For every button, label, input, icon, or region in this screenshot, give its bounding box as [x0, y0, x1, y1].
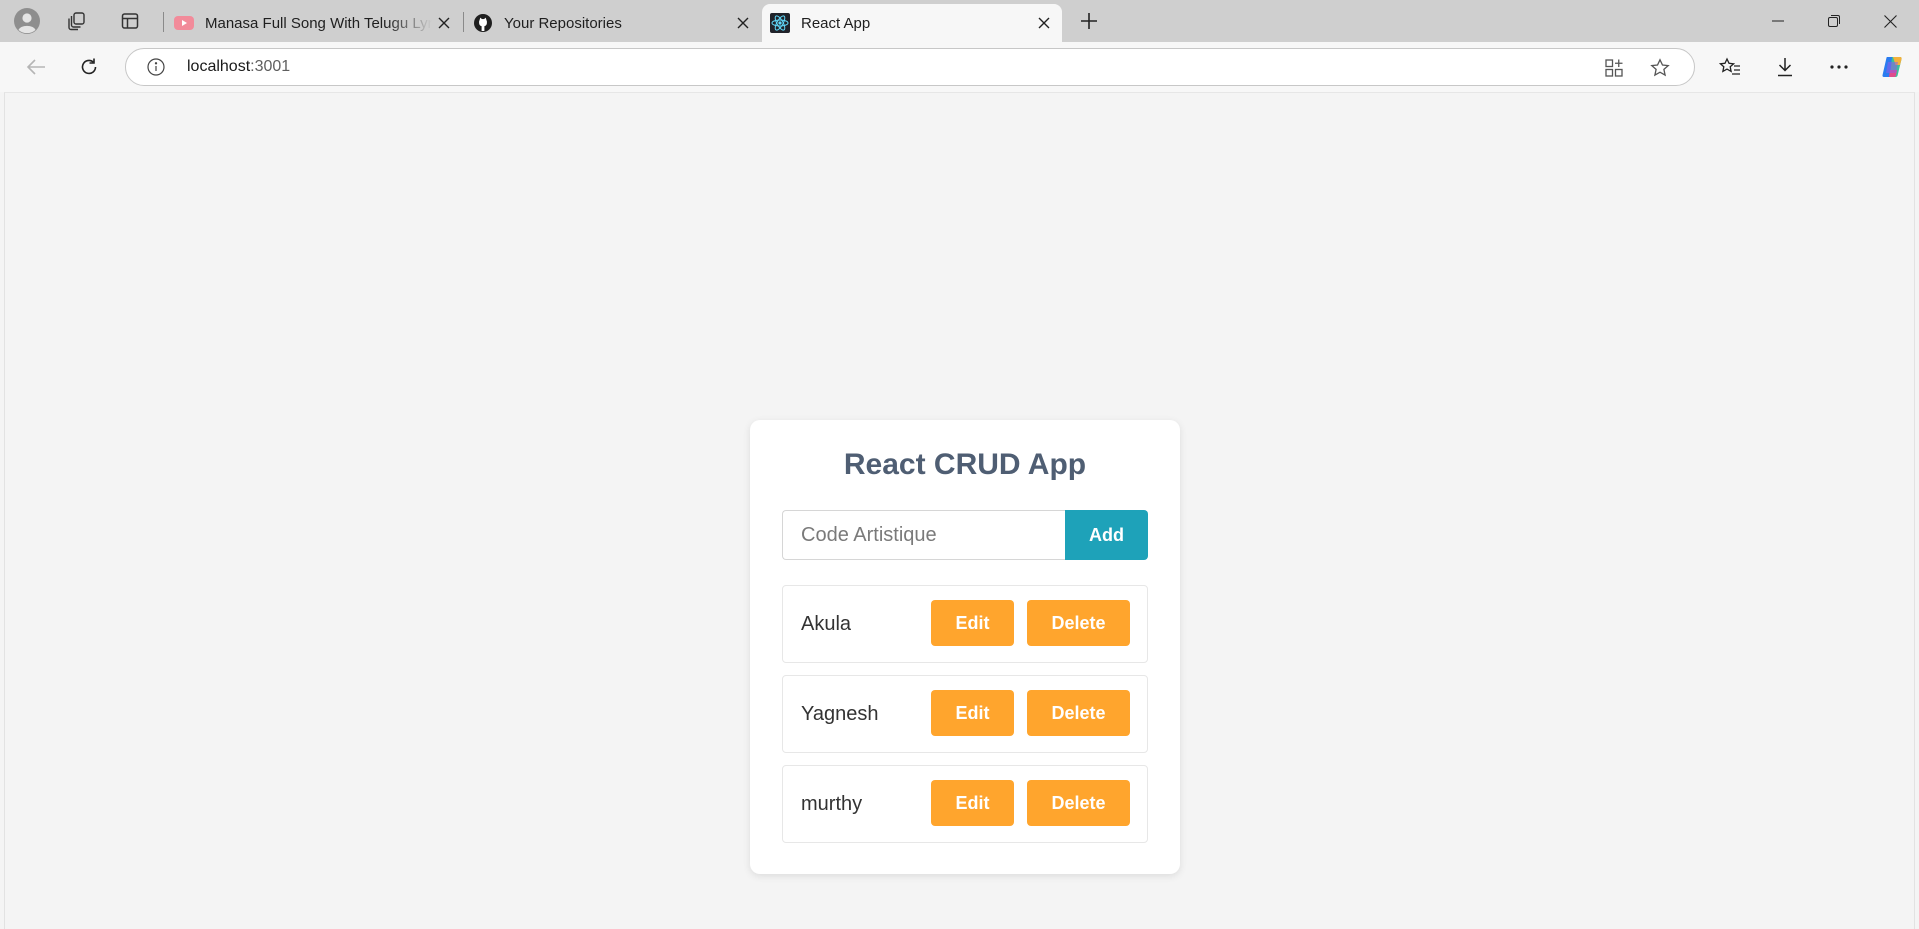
new-tab-button[interactable] [1069, 5, 1109, 37]
delete-button[interactable]: Delete [1027, 690, 1130, 736]
close-icon [1883, 14, 1897, 28]
item-name: murthy [801, 793, 863, 815]
plus-icon [1081, 13, 1097, 29]
list-item: murthy Edit Delete [782, 765, 1148, 843]
tab-github[interactable]: Your Repositories [465, 4, 761, 42]
tab-title: Your Repositories [504, 14, 622, 32]
app-available-icon[interactable] [1601, 55, 1627, 81]
more-icon [1830, 65, 1848, 69]
address-bar[interactable]: localhost:3001 [125, 48, 1695, 86]
close-icon[interactable] [432, 11, 456, 35]
favorite-star-icon[interactable] [1647, 55, 1673, 81]
copilot-icon [1882, 57, 1902, 77]
copilot-button[interactable] [1876, 51, 1910, 83]
crud-card: React CRUD App Add Akula Edit Delete Yag… [750, 420, 1180, 874]
list-item: Yagnesh Edit Delete [782, 675, 1148, 753]
app-title: React CRUD App [843, 448, 1087, 481]
tab-react-app[interactable]: React App [762, 4, 1062, 42]
browser-toolbar: localhost:3001 [0, 42, 1919, 92]
minimize-icon [1772, 20, 1784, 22]
settings-more-button[interactable] [1822, 51, 1856, 83]
favorites-button[interactable] [1713, 51, 1747, 83]
arrow-left-icon [26, 59, 45, 75]
list-item: Akula Edit Delete [782, 585, 1148, 663]
tab-actions-icon [121, 13, 139, 29]
edit-button[interactable]: Edit [931, 600, 1014, 646]
edit-button[interactable]: Edit [931, 690, 1014, 736]
github-icon [473, 13, 493, 33]
tab-separator [463, 12, 464, 32]
tab-title: React App [801, 14, 871, 32]
tab-youtube[interactable]: Manasa Full Song With Telugu Lyrics [166, 4, 462, 42]
tab-strip: Manasa Full Song With Telugu Lyrics Your… [0, 0, 1919, 42]
download-icon [1778, 58, 1792, 77]
tab-separator [163, 12, 164, 32]
item-input[interactable] [782, 510, 1065, 560]
site-info-icon[interactable] [146, 57, 166, 77]
favorites-list-icon [1719, 57, 1740, 75]
reload-button[interactable] [72, 51, 106, 83]
url-text: localhost:3001 [187, 58, 290, 76]
edit-button[interactable]: Edit [931, 780, 1014, 826]
add-button[interactable]: Add [1065, 510, 1148, 560]
close-icon[interactable] [731, 11, 755, 35]
item-name: Akula [801, 613, 852, 635]
delete-button[interactable]: Delete [1027, 780, 1130, 826]
profile-button[interactable] [7, 5, 47, 37]
downloads-button[interactable] [1768, 51, 1802, 83]
add-form: Add [782, 510, 1148, 560]
workspaces-button[interactable] [57, 5, 97, 37]
close-icon[interactable] [1032, 11, 1056, 35]
page-viewport: React CRUD App Add Akula Edit Delete Yag… [4, 92, 1915, 929]
tab-title: Manasa Full Song With Telugu Lyrics [205, 14, 432, 32]
youtube-icon [174, 13, 194, 33]
restore-icon [1828, 15, 1840, 27]
minimize-button[interactable] [1750, 0, 1806, 42]
profile-avatar-icon [14, 8, 40, 34]
vertical-tabs-button[interactable] [110, 5, 150, 37]
item-name: Yagnesh [801, 703, 879, 725]
url-port: :3001 [250, 58, 291, 75]
react-icon [770, 13, 790, 33]
reload-icon [81, 58, 97, 75]
url-host: localhost [187, 58, 251, 75]
restore-button[interactable] [1806, 0, 1862, 42]
back-button[interactable] [19, 51, 53, 83]
delete-button[interactable]: Delete [1027, 600, 1130, 646]
workspaces-icon [68, 12, 85, 31]
close-window-button[interactable] [1862, 0, 1918, 42]
